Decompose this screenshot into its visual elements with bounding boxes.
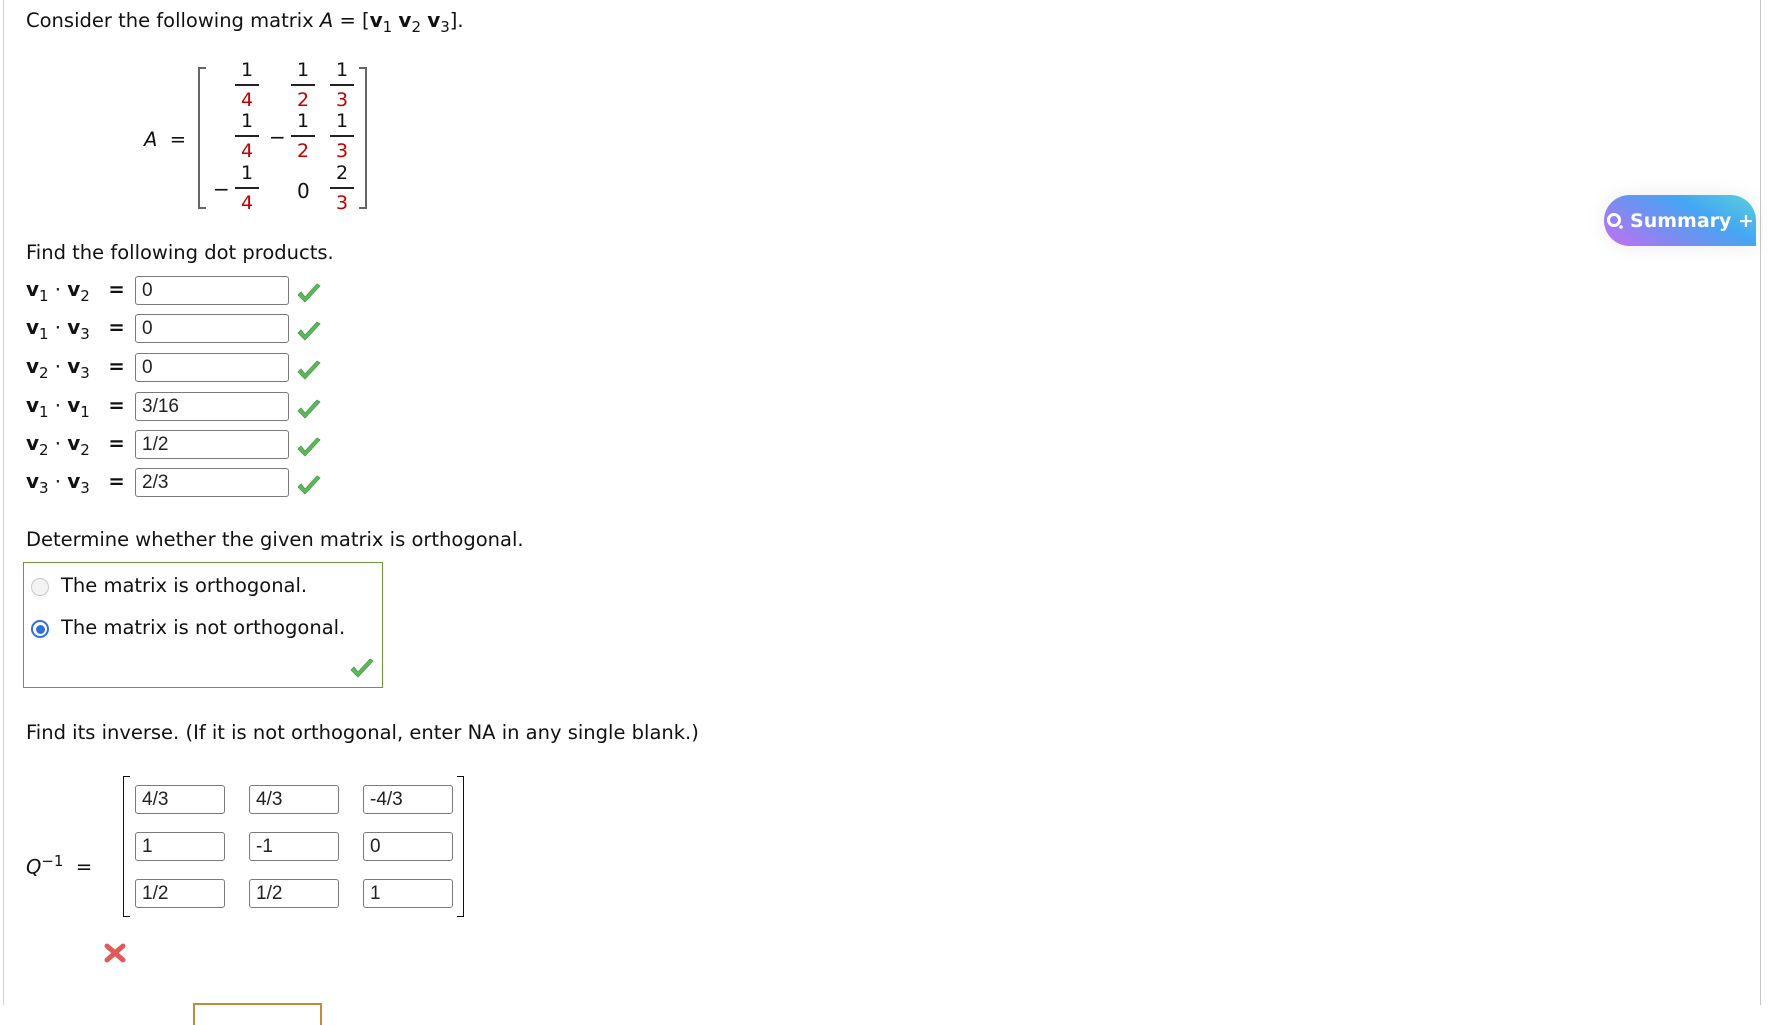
inverse-cell-input[interactable]: 4/3: [135, 785, 225, 814]
numerator: 1: [296, 110, 310, 132]
incorrect-x-icon: [104, 943, 126, 963]
denominator: 4: [240, 139, 254, 162]
denominator: 4: [240, 191, 254, 214]
fraction-bar: [235, 135, 259, 137]
check-icon: [350, 658, 374, 678]
numerator: 1: [240, 110, 254, 132]
inverse-cell-input[interactable]: 4/3: [249, 785, 339, 814]
inverse-cell-input[interactable]: 0: [363, 832, 453, 861]
dot-product-input[interactable]: 0: [135, 276, 289, 305]
denominator: 3: [335, 191, 349, 214]
radio-not-orthogonal[interactable]: [31, 620, 49, 638]
fraction-bar: [291, 84, 315, 86]
fraction-bar: [235, 187, 259, 189]
submit-button-partial[interactable]: [193, 1003, 322, 1025]
dot-product-input[interactable]: 0: [135, 353, 289, 382]
denominator: 4: [240, 88, 254, 111]
matrix-a-cell: 0: [297, 179, 310, 203]
matrix-a-label: A =: [144, 128, 187, 151]
dot-product-label: v1 · v1 =: [26, 393, 125, 421]
inverse-cell-input[interactable]: -4/3: [363, 785, 453, 814]
matrix-a-cell: 12: [291, 109, 315, 163]
inverse-cell-input[interactable]: -1: [249, 832, 339, 861]
intro-text: Consider the following matrix A = [v1 v2…: [26, 8, 464, 36]
inverse-left-bracket: [123, 776, 130, 917]
dot-product-label: v1 · v2 =: [26, 277, 125, 305]
dot-product-input[interactable]: 0: [135, 314, 289, 343]
dot-product-label: v2 · v3 =: [26, 354, 125, 382]
inverse-cell-input[interactable]: 1/2: [135, 879, 225, 908]
denominator: 3: [335, 88, 349, 111]
check-icon: [297, 475, 321, 495]
search-icon: [1607, 212, 1623, 229]
numerator: 1: [240, 59, 254, 81]
matrix-a-left-bracket: [198, 67, 206, 209]
matrix-a-right-bracket: [359, 67, 367, 209]
radio-orthogonal[interactable]: [31, 578, 49, 596]
matrix-a-cell: 13: [330, 58, 354, 112]
matrix-a-cell: 14: [235, 109, 259, 163]
denominator: 2: [296, 88, 310, 111]
inverse-right-bracket: [457, 776, 464, 917]
matrix-a-cell: 14: [235, 161, 259, 215]
matrix-a-cell: 13: [330, 109, 354, 163]
numerator: 1: [335, 59, 349, 81]
dot-product-input[interactable]: 3/16: [135, 392, 289, 421]
numerator: 1: [240, 162, 254, 184]
dot-product-input[interactable]: 2/3: [135, 468, 289, 497]
inverse-heading: Find its inverse. (If it is not orthogon…: [26, 721, 699, 744]
inverse-label: Q−1 =: [26, 852, 93, 879]
denominator: 3: [335, 139, 349, 162]
dot-product-label: v2 · v2 =: [26, 431, 125, 459]
numerator: 2: [335, 162, 349, 184]
inverse-cell-input[interactable]: 1: [363, 879, 453, 908]
check-icon: [297, 437, 321, 457]
dot-products-heading: Find the following dot products.: [26, 241, 334, 264]
fraction-bar: [330, 84, 354, 86]
check-icon: [297, 360, 321, 380]
dot-product-label: v3 · v3 =: [26, 469, 125, 497]
minus-sign: −: [269, 125, 286, 149]
check-icon: [297, 321, 321, 341]
dot-product-input[interactable]: 1/2: [135, 430, 289, 459]
minus-sign: −: [213, 177, 230, 201]
dot-product-label: v1 · v3 =: [26, 315, 125, 343]
matrix-a-cell: 23: [330, 161, 354, 215]
denominator: 2: [296, 139, 310, 162]
fraction-bar: [330, 135, 354, 137]
matrix-a-cell: 12: [291, 58, 315, 112]
fraction-bar: [235, 84, 259, 86]
inverse-cell-input[interactable]: 1: [135, 832, 225, 861]
summary-label: Summary +: [1630, 209, 1754, 232]
orthogonal-heading: Determine whether the given matrix is or…: [26, 528, 524, 551]
fraction-bar: [291, 135, 315, 137]
radio-orthogonal-label[interactable]: The matrix is orthogonal.: [61, 574, 307, 597]
orthogonal-answer-box: The matrix is orthogonal. The matrix is …: [23, 562, 383, 688]
inverse-cell-input[interactable]: 1/2: [249, 879, 339, 908]
check-icon: [297, 399, 321, 419]
matrix-a-cell: 14: [235, 58, 259, 112]
fraction-bar: [330, 187, 354, 189]
radio-not-orthogonal-label[interactable]: The matrix is not orthogonal.: [61, 616, 345, 639]
numerator: 1: [296, 59, 310, 81]
numerator: 1: [335, 110, 349, 132]
check-icon: [297, 283, 321, 303]
summary-button[interactable]: Summary +: [1604, 195, 1756, 246]
